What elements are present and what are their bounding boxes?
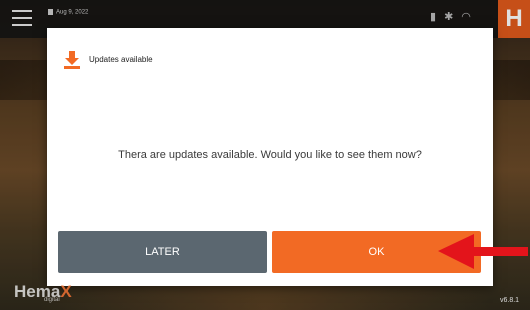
dialog-title: Updates available — [89, 55, 153, 64]
download-icon — [64, 51, 80, 69]
hemax-logo: HemaX — [14, 282, 72, 302]
annotation-arrow-icon — [438, 234, 528, 269]
later-button[interactable]: LATER — [58, 231, 267, 273]
updates-dialog: Updates available Thera are updates avai… — [47, 28, 493, 286]
logo-x-text: X — [60, 282, 72, 301]
version-label: v6.8.1 — [500, 297, 520, 304]
dialog-message: Thera are updates available. Would you l… — [118, 149, 422, 161]
logo-subtitle: digital — [44, 297, 60, 303]
